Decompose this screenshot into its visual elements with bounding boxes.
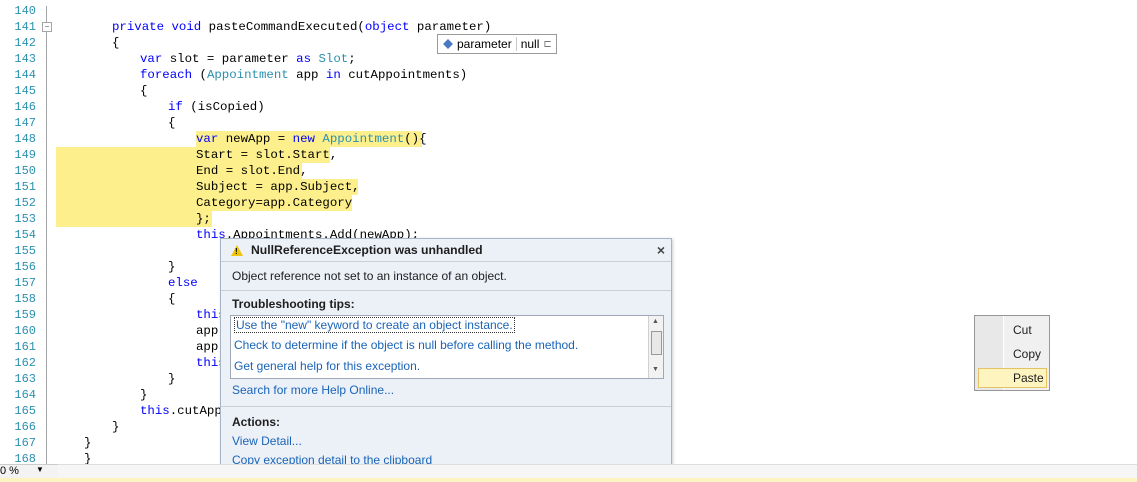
menu-item-copy[interactable]: Copy <box>1013 347 1041 361</box>
code-line[interactable]: 147 { <box>0 115 1137 131</box>
line-number: 157 <box>14 276 36 290</box>
line-number: 152 <box>14 196 36 210</box>
tip-link[interactable]: Check to determine if the object is null… <box>234 338 578 352</box>
code-text: { <box>168 292 176 306</box>
line-number: 164 <box>14 388 36 402</box>
code-line[interactable]: 144 foreach (Appointment app in cutAppoin… <box>0 67 1137 83</box>
code-line[interactable]: 142 { <box>0 35 1137 51</box>
line-number: 162 <box>14 356 36 370</box>
line-number: 155 <box>14 244 36 258</box>
datatip[interactable]: parameter null ⊏ <box>437 34 557 54</box>
line-number: 144 <box>14 68 36 82</box>
exception-message: Object reference not set to an instance … <box>221 262 671 291</box>
code-text: } <box>168 260 176 274</box>
code-text: } <box>168 372 176 386</box>
scroll-up-icon[interactable]: ▲ <box>652 318 659 325</box>
code-text: End = slot.End, <box>196 164 308 178</box>
line-number: 156 <box>14 260 36 274</box>
horizontal-scrollbar[interactable] <box>58 464 1137 479</box>
line-number: 150 <box>14 164 36 178</box>
line-number: 161 <box>14 340 36 354</box>
code-text: private void pasteCommandExecuted(object… <box>112 20 492 34</box>
chevron-down-icon[interactable]: ▼ <box>36 465 44 474</box>
exception-title: NullReferenceException was unhandled <box>251 243 483 257</box>
line-number: 153 <box>14 212 36 226</box>
menu-item-paste[interactable]: Paste <box>1013 371 1044 385</box>
line-number: 154 <box>14 228 36 242</box>
tips-scrollbar[interactable]: ▲ ▼ <box>648 316 663 378</box>
status-bar <box>0 478 1137 482</box>
line-number: 147 <box>14 116 36 130</box>
actions-header: Actions: <box>232 415 280 429</box>
code-text: this.cutAppo <box>140 404 230 418</box>
code-text: } <box>84 436 92 450</box>
code-line[interactable]: 146 if (isCopied) <box>0 99 1137 115</box>
context-menu: Cut Copy Paste <box>974 315 1050 391</box>
tip-link[interactable]: Use the "new" keyword to create an objec… <box>234 317 515 333</box>
line-number: 160 <box>14 324 36 338</box>
line-number: 151 <box>14 180 36 194</box>
datatip-name: parameter <box>457 37 517 51</box>
line-number: 145 <box>14 84 36 98</box>
close-icon[interactable]: × <box>657 242 665 258</box>
tips-list[interactable]: Use the "new" keyword to create an objec… <box>230 315 664 379</box>
code-text: Start = slot.Start, <box>196 148 338 162</box>
divider <box>221 406 671 407</box>
menu-item-cut[interactable]: Cut <box>1013 323 1032 337</box>
code-text: { <box>168 116 176 130</box>
tip-link[interactable]: Get general help for this exception. <box>234 359 420 373</box>
code-line[interactable]: 152 Category=app.Category <box>0 195 1137 211</box>
line-number: 166 <box>14 420 36 434</box>
line-number: 159 <box>14 308 36 322</box>
datatip-value[interactable]: null <box>517 37 544 51</box>
line-number: 141 <box>14 20 36 34</box>
variable-icon <box>443 39 453 49</box>
code-text: foreach (Appointment app in cutAppointme… <box>140 68 468 82</box>
code-text: } <box>112 420 120 434</box>
line-number: 168 <box>14 452 36 464</box>
line-number: 165 <box>14 404 36 418</box>
code-text: if (isCopied) <box>168 100 265 114</box>
exception-assistant: ! NullReferenceException was unhandled ×… <box>220 238 672 474</box>
zoom-control[interactable]: 0 % ▼ <box>0 464 59 479</box>
code-line[interactable]: 143 var slot = parameter as Slot; <box>0 51 1137 67</box>
code-line[interactable]: 140 <box>0 3 1137 19</box>
line-number: 158 <box>14 292 36 306</box>
code-line[interactable]: 153}; <box>0 211 1137 227</box>
code-line[interactable]: 150 End = slot.End, <box>0 163 1137 179</box>
code-text: var slot = parameter as Slot; <box>140 52 356 66</box>
code-text: { <box>140 84 148 98</box>
code-line[interactable]: 149 Start = slot.Start, <box>0 147 1137 163</box>
search-help-link[interactable]: Search for more Help Online... <box>232 383 394 397</box>
code-line[interactable]: 148 var newApp = new Appointment(){ <box>0 131 1137 147</box>
code-text: }; <box>196 212 211 226</box>
line-number: 142 <box>14 36 36 50</box>
code-text: Subject = app.Subject, <box>196 180 360 194</box>
zoom-value: 0 % <box>0 465 19 477</box>
line-number: 148 <box>14 132 36 146</box>
code-line[interactable]: 141 private void pasteCommandExecuted(obj… <box>0 19 1137 35</box>
pin-icon[interactable]: ⊏ <box>543 39 555 50</box>
scroll-down-icon[interactable]: ▼ <box>652 366 659 373</box>
line-number: 146 <box>14 100 36 114</box>
line-number: 163 <box>14 372 36 386</box>
code-line[interactable]: 145 { <box>0 83 1137 99</box>
exception-title-bar: ! NullReferenceException was unhandled × <box>221 239 671 262</box>
line-number: 140 <box>14 4 36 18</box>
scroll-thumb[interactable] <box>651 331 662 355</box>
code-text: } <box>140 388 148 402</box>
line-number: 143 <box>14 52 36 66</box>
line-number: 167 <box>14 436 36 450</box>
code-text: else <box>168 276 198 290</box>
code-text: Category=app.Category <box>196 196 353 210</box>
tips-header: Troubleshooting tips: <box>232 297 355 311</box>
code-text: var newApp = new Appointment(){ <box>196 132 427 146</box>
code-line[interactable]: 151 Subject = app.Subject, <box>0 179 1137 195</box>
code-text: } <box>84 452 92 464</box>
view-detail-link[interactable]: View Detail... <box>232 434 302 448</box>
warning-icon: ! <box>231 244 243 256</box>
line-number: 149 <box>14 148 36 162</box>
code-text: { <box>112 36 120 50</box>
